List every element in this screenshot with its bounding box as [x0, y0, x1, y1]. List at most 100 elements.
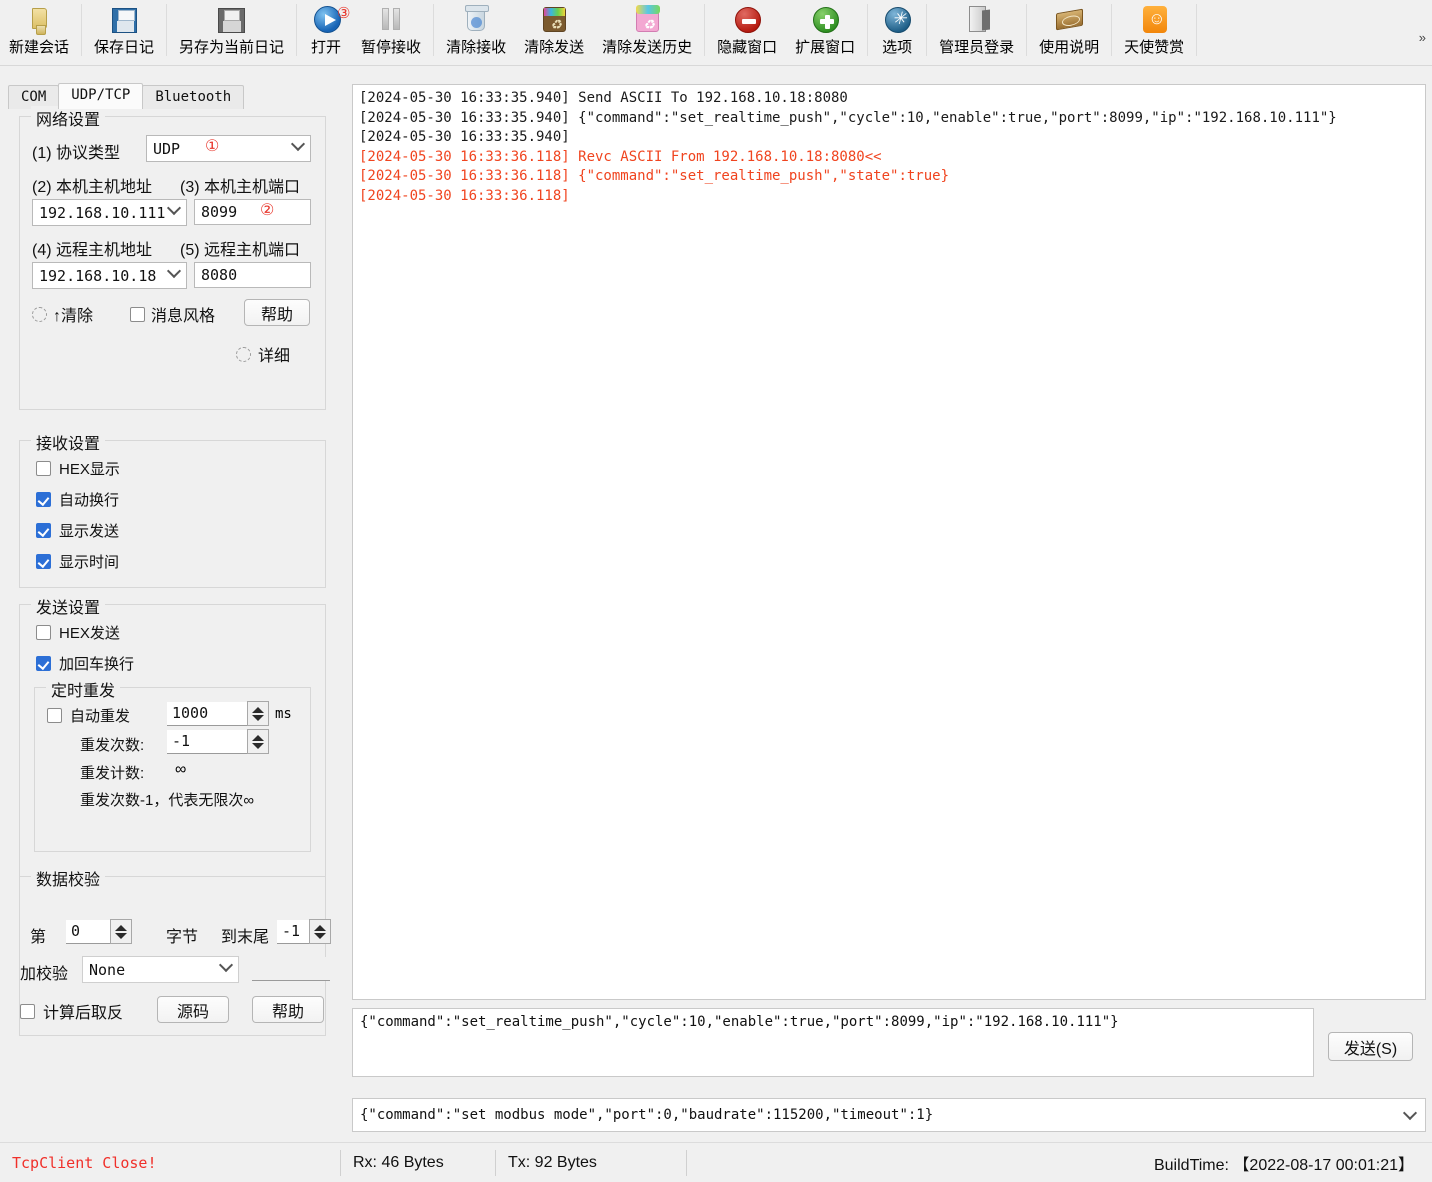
- send-input-area[interactable]: {"command":"set_realtime_push","cycle":1…: [352, 1008, 1314, 1077]
- local-host-port-label: (3) 本机主机端口: [180, 179, 301, 196]
- toolbar-separator: [926, 4, 928, 56]
- pause-receive-icon: [374, 3, 408, 37]
- clear-send-history-bin-icon: [630, 3, 664, 37]
- remote-host-port-label: (5) 远程主机端口: [180, 242, 301, 259]
- resend-interval-stepper[interactable]: 1000: [167, 701, 269, 726]
- checksum-algorithm-select[interactable]: None: [82, 956, 239, 983]
- auto-resend-checkbox[interactable]: 自动重发: [47, 705, 130, 726]
- toolbar-button-save-as[interactable]: 另存为当前日记: [170, 0, 293, 62]
- resend-count-spin-buttons[interactable]: [247, 729, 269, 754]
- invert-checkbox-icon: [20, 1003, 35, 1019]
- toolbar-overflow-chevron-icon[interactable]: »: [1419, 30, 1426, 45]
- resend-interval-value: 1000: [167, 701, 247, 726]
- toolbar-button-new-session[interactable]: 新建会话: [0, 0, 78, 62]
- admin-login-door-icon: [960, 3, 994, 37]
- receive-auto-wrap-checkbox[interactable]: 自动换行: [36, 489, 119, 510]
- checksum-to-value: -1: [277, 919, 309, 944]
- auto-resend-label: 自动重发: [70, 708, 131, 725]
- spin-down-icon: [252, 714, 264, 721]
- checksum-to-spin-buttons[interactable]: [309, 919, 331, 944]
- spin-down-icon: [115, 932, 127, 939]
- spin-down-icon: [314, 932, 326, 939]
- checksum-result-field[interactable]: [252, 957, 330, 981]
- help-book-icon: [1052, 3, 1086, 37]
- network-help-button[interactable]: 帮助: [244, 299, 310, 326]
- local-host-port-input[interactable]: 8099: [194, 199, 311, 225]
- chevron-down-icon: [220, 963, 231, 970]
- checksum-byte-label: 字节: [166, 929, 199, 946]
- hex-send-label: HEX发送: [59, 625, 120, 642]
- hide-window-minus-icon: [730, 3, 764, 37]
- status-connection: TcpClient Close!: [12, 1153, 157, 1172]
- toolbar-button-donate[interactable]: 天使赞赏: [1115, 0, 1193, 62]
- log-line: [2024-05-30 16:33:35.940] Send ASCII To …: [359, 90, 848, 106]
- hex-send-checkbox-icon: [36, 625, 51, 640]
- receive-show-send-checkbox[interactable]: 显示发送: [36, 520, 119, 541]
- detail-radio-option[interactable]: 详细: [236, 342, 290, 366]
- tab-udp-tcp[interactable]: UDP/TCP: [58, 83, 144, 109]
- send-button[interactable]: 发送(S): [1328, 1032, 1413, 1061]
- toolbar-label: 使用说明: [1039, 39, 1100, 56]
- receive-settings-title: 接收设置: [31, 430, 106, 454]
- checksum-from-stepper[interactable]: 0: [66, 919, 132, 944]
- checksum-to-stepper[interactable]: -1: [277, 919, 331, 944]
- auto-wrap-checkbox-icon: [36, 492, 51, 507]
- toolbar-button-open[interactable]: ③ 打开: [300, 0, 352, 62]
- remote-host-address-value: 192.168.10.18: [39, 266, 157, 285]
- toolbar-button-expand-window[interactable]: 扩展窗口: [786, 0, 864, 62]
- tab-bluetooth[interactable]: Bluetooth: [142, 85, 245, 109]
- resend-count-label: 重发次数:: [80, 737, 145, 754]
- chevron-down-icon[interactable]: [1404, 1111, 1415, 1118]
- toolbar-label: 打开: [311, 39, 342, 56]
- toolbar-button-save-log[interactable]: 保存日记: [85, 0, 163, 62]
- local-host-port-value: 8099: [201, 203, 238, 221]
- checksum-source-button[interactable]: 源码: [157, 996, 229, 1023]
- resend-interval-spin-buttons[interactable]: [247, 701, 269, 726]
- checksum-invert-checkbox[interactable]: 计算后取反: [20, 999, 123, 1023]
- checksum-from-spin-buttons[interactable]: [110, 919, 132, 944]
- clear-label: ↑清除: [53, 308, 94, 325]
- protocol-type-value: UDP: [153, 139, 181, 158]
- send-hex-checkbox[interactable]: HEX发送: [36, 622, 120, 643]
- receive-hex-display-checkbox[interactable]: HEX显示: [36, 458, 120, 479]
- toolbar-button-clear-send[interactable]: 清除发送: [515, 0, 593, 62]
- toolbar-button-hide-window[interactable]: 隐藏窗口: [708, 0, 786, 62]
- toolbar-label: 隐藏窗口: [717, 39, 778, 56]
- clear-radio-option[interactable]: ↑清除: [32, 302, 93, 326]
- toolbar-label: 清除发送: [524, 39, 585, 56]
- chevron-down-icon: [292, 142, 303, 149]
- send-crlf-checkbox[interactable]: 加回车换行: [36, 653, 134, 674]
- toolbar-separator: [1111, 4, 1113, 56]
- toolbar-button-admin-login[interactable]: 管理员登录: [930, 0, 1023, 62]
- badge-local-port: ②: [260, 202, 275, 219]
- hex-display-label: HEX显示: [59, 461, 120, 478]
- toolbar-button-clear-receive[interactable]: 清除接收: [437, 0, 515, 62]
- crlf-label: 加回车换行: [59, 656, 135, 673]
- message-style-checkbox[interactable]: 消息风格: [130, 302, 215, 326]
- auto-resend-checkbox-icon: [47, 708, 62, 723]
- resend-count-stepper[interactable]: -1: [167, 729, 269, 754]
- options-gear-icon: [880, 3, 914, 37]
- clear-receive-trash-icon: [459, 3, 493, 37]
- local-host-address-value: 192.168.10.111: [39, 203, 166, 222]
- toolbar-button-help[interactable]: 使用说明: [1030, 0, 1108, 62]
- send-history-combo[interactable]: {"command":"set modbus mode","port":0,"b…: [352, 1098, 1426, 1132]
- clear-send-bin-icon: [537, 3, 571, 37]
- receive-show-time-checkbox[interactable]: 显示时间: [36, 551, 119, 572]
- checksum-algorithm-value: None: [89, 960, 126, 979]
- remote-host-port-input[interactable]: 8080: [194, 262, 311, 288]
- toolbar-button-pause-receive[interactable]: 暂停接收: [352, 0, 430, 62]
- remote-host-address-input[interactable]: 192.168.10.18: [32, 262, 187, 289]
- receive-log-area[interactable]: [2024-05-30 16:33:35.940] Send ASCII To …: [352, 84, 1426, 1000]
- toolbar-button-options[interactable]: 选项: [871, 0, 923, 62]
- main-toolbar: 新建会话 保存日记 另存为当前日记 ③ 打开 暂停接收 清除接收 清除发送 清除…: [0, 0, 1432, 66]
- status-bar: TcpClient Close! Rx: 46 Bytes Tx: 92 Byt…: [0, 1142, 1432, 1182]
- checksum-help-button[interactable]: 帮助: [252, 996, 324, 1023]
- protocol-type-select[interactable]: UDP: [146, 135, 311, 162]
- send-settings-group: 发送设置 HEX发送 加回车换行 定时重发 自动重发 1000 ms 重发次数:…: [19, 594, 326, 894]
- toolbar-separator: [704, 4, 706, 56]
- local-host-address-input[interactable]: 192.168.10.111: [32, 199, 187, 226]
- toolbar-button-clear-send-history[interactable]: 清除发送历史: [593, 0, 701, 62]
- chevron-down-icon: [168, 206, 179, 213]
- log-line: [2024-05-30 16:33:36.118] Revc ASCII Fro…: [359, 148, 882, 165]
